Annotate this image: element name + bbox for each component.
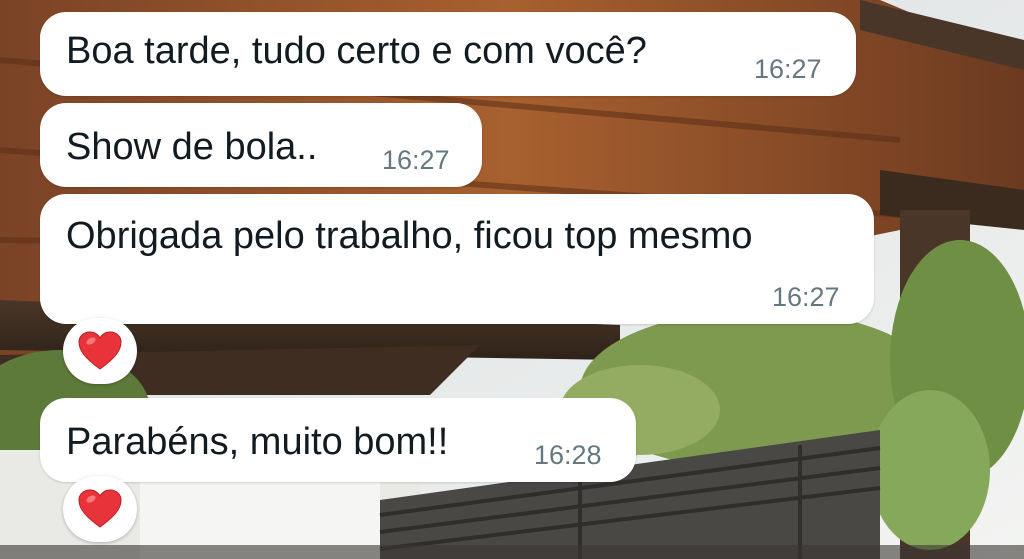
- message-reaction[interactable]: [63, 318, 137, 384]
- message-bubble[interactable]: Obrigada pelo trabalho, ficou top mesmo …: [40, 194, 874, 324]
- message-text: Obrigada pelo trabalho, ficou top mesmo: [66, 215, 753, 257]
- heart-emoji-icon: [78, 331, 122, 370]
- message-text: Boa tarde, tudo certo e com você?: [66, 30, 647, 72]
- message-timestamp: 16:27: [754, 54, 822, 84]
- message-timestamp: 16:27: [772, 282, 840, 312]
- message-timestamp: 16:28: [534, 440, 602, 470]
- message-bubble[interactable]: Parabéns, muito bom!! 16:28: [40, 398, 636, 482]
- message-timestamp: 16:27: [382, 145, 450, 175]
- message-reaction[interactable]: [63, 476, 137, 542]
- message-bubble[interactable]: Show de bola.. 16:27: [40, 103, 482, 187]
- heart-emoji-icon: [78, 489, 122, 528]
- chat-screen: Boa tarde, tudo certo e com você? 16:27 …: [0, 0, 1024, 559]
- message-text: Parabéns, muito bom!!: [66, 421, 449, 463]
- message-text: Show de bola..: [66, 126, 318, 168]
- message-bubble[interactable]: Boa tarde, tudo certo e com você? 16:27: [40, 12, 856, 96]
